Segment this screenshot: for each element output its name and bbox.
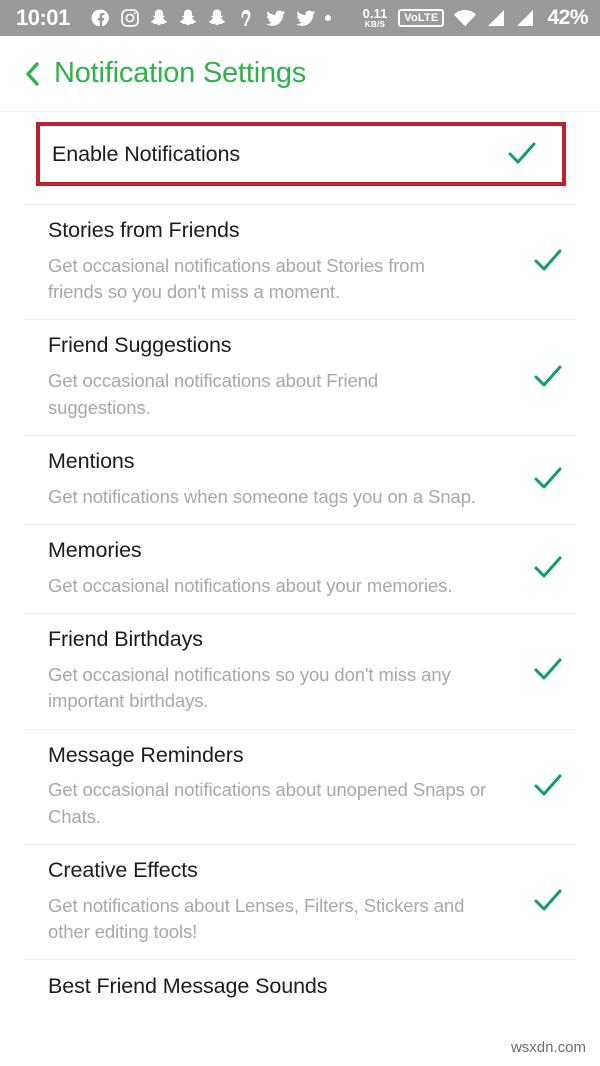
dot-icon [324, 15, 331, 21]
wifi-icon [454, 10, 477, 27]
setting-row-stories-from-friends[interactable]: Stories from Friends Get occasional noti… [0, 205, 600, 319]
check-icon [534, 556, 562, 578]
check-icon [534, 249, 562, 271]
notification-settings-list: Enable Notifications Stories from Friend… [0, 122, 600, 1000]
setting-text: Best Friend Message Sounds [48, 973, 570, 1000]
page-title: Notification Settings [54, 57, 307, 89]
checkmark-toggle[interactable] [526, 648, 570, 692]
setting-title: Friend Suggestions [48, 333, 232, 358]
checkmark-toggle[interactable] [526, 239, 570, 283]
setting-row-creative-effects[interactable]: Creative Effects Get notifications about… [0, 845, 600, 959]
check-icon [508, 142, 536, 164]
setting-row-mentions[interactable]: Mentions Get notifications when someone … [0, 436, 600, 524]
twitter-icon [266, 10, 285, 26]
checkmark-toggle[interactable] [526, 355, 570, 399]
setting-description: Get occasional notifications so you don'… [48, 663, 451, 712]
snapchat-icon [150, 9, 167, 26]
setting-text: Stories from Friends Get occasional noti… [48, 217, 526, 305]
setting-title: Creative Effects [48, 857, 198, 882]
setting-description: Get occasional notifications about your … [48, 574, 453, 596]
checkmark-toggle[interactable] [500, 132, 544, 176]
setting-text: Friend Birthdays Get occasional notifica… [48, 626, 526, 714]
volte-badge: VoLTE [398, 9, 445, 27]
setting-title: Mentions [48, 448, 135, 473]
setting-text: Message Reminders Get occasional notific… [48, 742, 526, 830]
check-icon [534, 658, 562, 680]
checkmark-toggle[interactable] [526, 546, 570, 590]
back-button[interactable] [20, 59, 46, 89]
setting-description: Get notifications when someone tags you … [48, 485, 476, 507]
phone-screen: 10:01 0.11 KB/S VoLTE 42% Notification S… [0, 0, 600, 1066]
setting-title: Friend Birthdays [48, 627, 203, 652]
status-bar-left: 10:01 [16, 5, 363, 31]
checkmark-toggle[interactable] [526, 764, 570, 808]
chevron-left-icon [26, 61, 39, 86]
setting-title: Message Reminders [48, 742, 244, 767]
checkmark-toggle[interactable] [526, 457, 570, 501]
signal-icon [517, 10, 534, 26]
setting-row-friend-birthdays[interactable]: Friend Birthdays Get occasional notifica… [0, 614, 600, 728]
facebook-icon [91, 9, 109, 27]
app-header: Notification Settings [0, 36, 600, 112]
twitter-icon [296, 10, 315, 26]
network-speed-indicator: 0.11 KB/S [362, 6, 388, 29]
site-watermark: wsxdn.com [510, 1039, 586, 1056]
setting-description: Get occasional notifications about Stori… [48, 254, 425, 303]
status-bar: 10:01 0.11 KB/S VoLTE 42% [0, 0, 600, 36]
setting-description: Get occasional notifications about unope… [48, 779, 487, 827]
snapchat-icon [179, 9, 196, 26]
setting-text: Enable Notifications [52, 141, 500, 168]
signal-icon [488, 10, 505, 26]
snapchat-icon [208, 9, 225, 26]
setting-row-best-friend-message-sounds[interactable]: Best Friend Message Sounds [0, 960, 600, 1000]
setting-row-memories[interactable]: Memories Get occasional notifications ab… [0, 525, 600, 613]
checkmark-toggle[interactable] [526, 879, 570, 923]
battery-percent: 42% [547, 6, 588, 29]
setting-title: Stories from Friends [48, 218, 240, 242]
check-icon [534, 889, 562, 911]
status-clock: 10:01 [16, 5, 70, 30]
check-icon [534, 365, 562, 387]
setting-description: Get occasional notifications about Frien… [48, 370, 379, 418]
setting-row-enable-notifications[interactable]: Enable Notifications [36, 122, 566, 186]
setting-row-friend-suggestions[interactable]: Friend Suggestions Get occasional notifi… [0, 320, 600, 434]
setting-row-message-reminders[interactable]: Message Reminders Get occasional notific… [0, 730, 600, 844]
status-bar-right: 0.11 KB/S VoLTE 42% [362, 6, 589, 30]
check-icon [534, 467, 562, 489]
setting-title: Best Friend Message Sounds [48, 973, 328, 998]
instagram-icon [121, 9, 139, 27]
setting-text: Memories Get occasional notifications ab… [48, 537, 526, 599]
setting-title: Enable Notifications [52, 141, 241, 166]
setting-title: Memories [48, 537, 142, 562]
setting-text: Friend Suggestions Get occasional notifi… [48, 332, 526, 420]
setting-text: Creative Effects Get notifications about… [48, 857, 526, 945]
check-icon [534, 774, 562, 796]
snapchat-drop-icon [241, 9, 251, 27]
setting-text: Mentions Get notifications when someone … [48, 448, 526, 510]
setting-description: Get notifications about Lenses, Filters,… [48, 894, 465, 943]
